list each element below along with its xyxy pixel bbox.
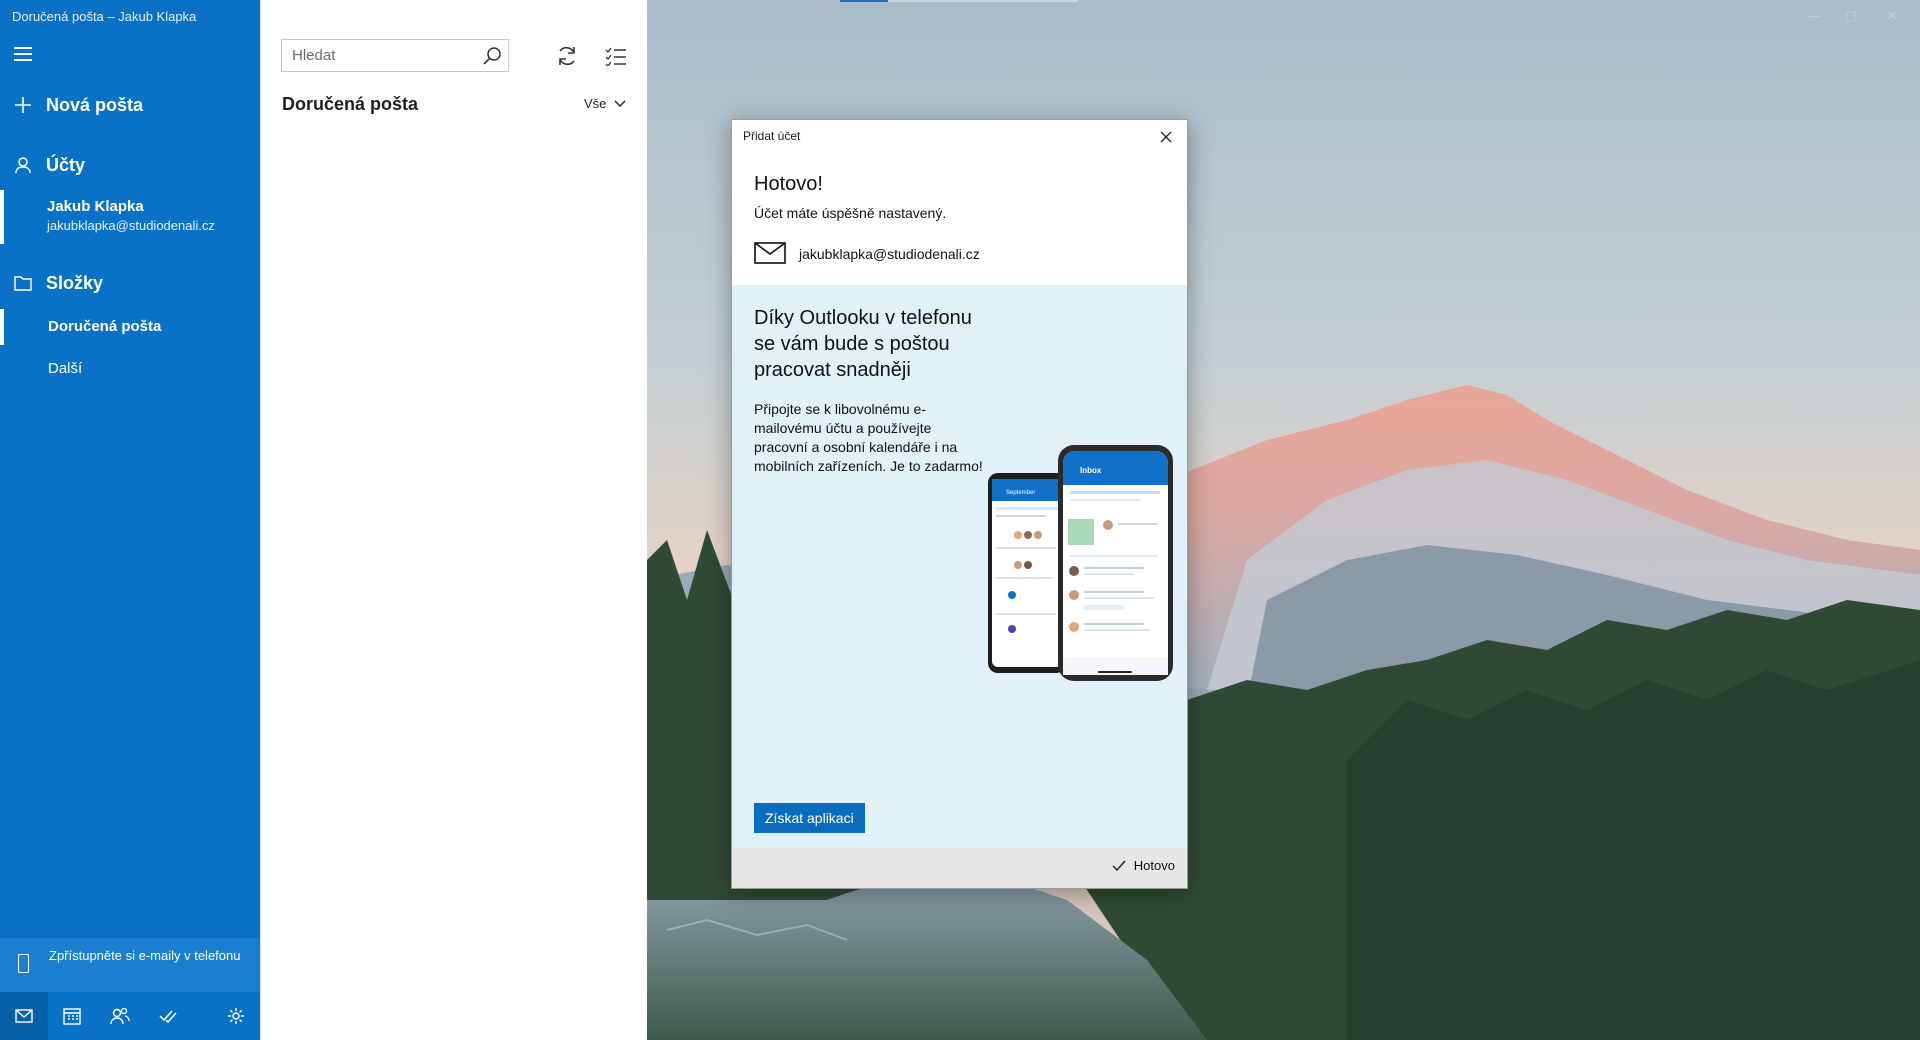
minimize-icon[interactable]: — <box>1807 8 1820 23</box>
plus-icon <box>0 96 46 114</box>
accounts-label: Účty <box>46 154 86 175</box>
folder-item-more[interactable]: Další <box>0 351 260 387</box>
account-email: jakubklapka@studiodenali.cz <box>799 246 980 262</box>
app-switcher-bar <box>0 992 260 1040</box>
filter-dropdown[interactable]: Vše <box>584 96 626 111</box>
checkmark-icon <box>1112 860 1126 871</box>
search-box <box>281 39 509 72</box>
promo-body: Připojte se k libovolnému e-mailovému úč… <box>754 401 983 474</box>
folder-label: Doručená pošta <box>48 318 162 335</box>
hamburger-menu-icon[interactable] <box>14 47 32 61</box>
phone-promo-button[interactable]: Zpřístupněte si e-maily v telefonu <box>0 938 260 992</box>
selection-indicator <box>0 309 4 345</box>
mail-icon[interactable] <box>0 992 48 1040</box>
done-label: Hotovo <box>1133 858 1175 873</box>
success-heading: Hotovo! <box>754 173 823 195</box>
close-window-icon[interactable]: ✕ <box>1887 8 1898 24</box>
phone-screen-left-title: September <box>1006 490 1035 496</box>
account-email: jakubklapka@studiodenali.cz <box>47 218 215 233</box>
selection-mode-icon[interactable] <box>605 46 627 67</box>
window-title: Doručená pošta – Jakub Klapka <box>12 9 197 24</box>
loading-track <box>888 0 1078 2</box>
get-app-button[interactable]: Získat aplikaci <box>754 803 865 833</box>
settings-icon[interactable] <box>212 992 260 1040</box>
accounts-header[interactable]: Účty <box>0 150 260 180</box>
maximize-icon[interactable]: ▢ <box>1845 8 1857 24</box>
phones-illustration: September Inbox <box>988 445 1173 681</box>
phone-icon <box>18 954 29 973</box>
chevron-down-icon <box>614 99 626 107</box>
sync-icon[interactable] <box>555 44 579 68</box>
loading-indicator <box>840 0 888 2</box>
folder-icon <box>0 275 46 291</box>
envelope-icon <box>754 242 786 264</box>
dialog-footer: Hotovo <box>732 848 1187 888</box>
phone-promo-label: Zpřístupněte si e-maily v telefonu <box>49 948 241 963</box>
new-mail-label: Nová pošta <box>46 94 144 115</box>
phone-screen-right-title: Inbox <box>1080 466 1102 475</box>
selection-indicator <box>0 190 4 244</box>
search-icon[interactable] <box>482 46 502 66</box>
close-icon[interactable] <box>1155 126 1177 148</box>
done-button[interactable]: Hotovo <box>1112 858 1175 873</box>
account-item[interactable]: Jakub Klapka jakubklapka@studiodenali.cz <box>0 190 260 244</box>
todo-icon[interactable] <box>144 992 192 1040</box>
new-mail-button[interactable]: Nová pošta <box>0 90 260 120</box>
promo-heading: Díky Outlooku v telefonu se vám bude s p… <box>754 307 972 381</box>
folders-label: Složky <box>46 272 104 293</box>
folder-label: Další <box>48 360 83 377</box>
navigation-pane: Doručená pošta – Jakub Klapka Nová pošta… <box>0 0 260 1040</box>
account-name: Jakub Klapka <box>47 198 144 215</box>
folders-header[interactable]: Složky <box>0 268 260 298</box>
message-list-pane: Doručená pošta Vše <box>260 0 647 1040</box>
folder-heading: Doručená pošta <box>282 94 419 114</box>
calendar-icon[interactable] <box>48 992 96 1040</box>
person-icon <box>0 156 46 174</box>
folder-item-inbox[interactable]: Doručená pošta <box>0 309 260 345</box>
add-account-dialog: Přidat účet Hotovo! Účet máte úspěšně na… <box>731 119 1188 889</box>
search-input[interactable] <box>282 40 472 71</box>
dialog-title: Přidat účet <box>743 129 801 143</box>
people-icon[interactable] <box>96 992 144 1040</box>
outlook-mobile-promo: Díky Outlooku v telefonu se vám bude s p… <box>732 285 1187 848</box>
success-message: Účet máte úspěšně nastavený. <box>754 205 947 221</box>
filter-value: Vše <box>584 96 607 111</box>
